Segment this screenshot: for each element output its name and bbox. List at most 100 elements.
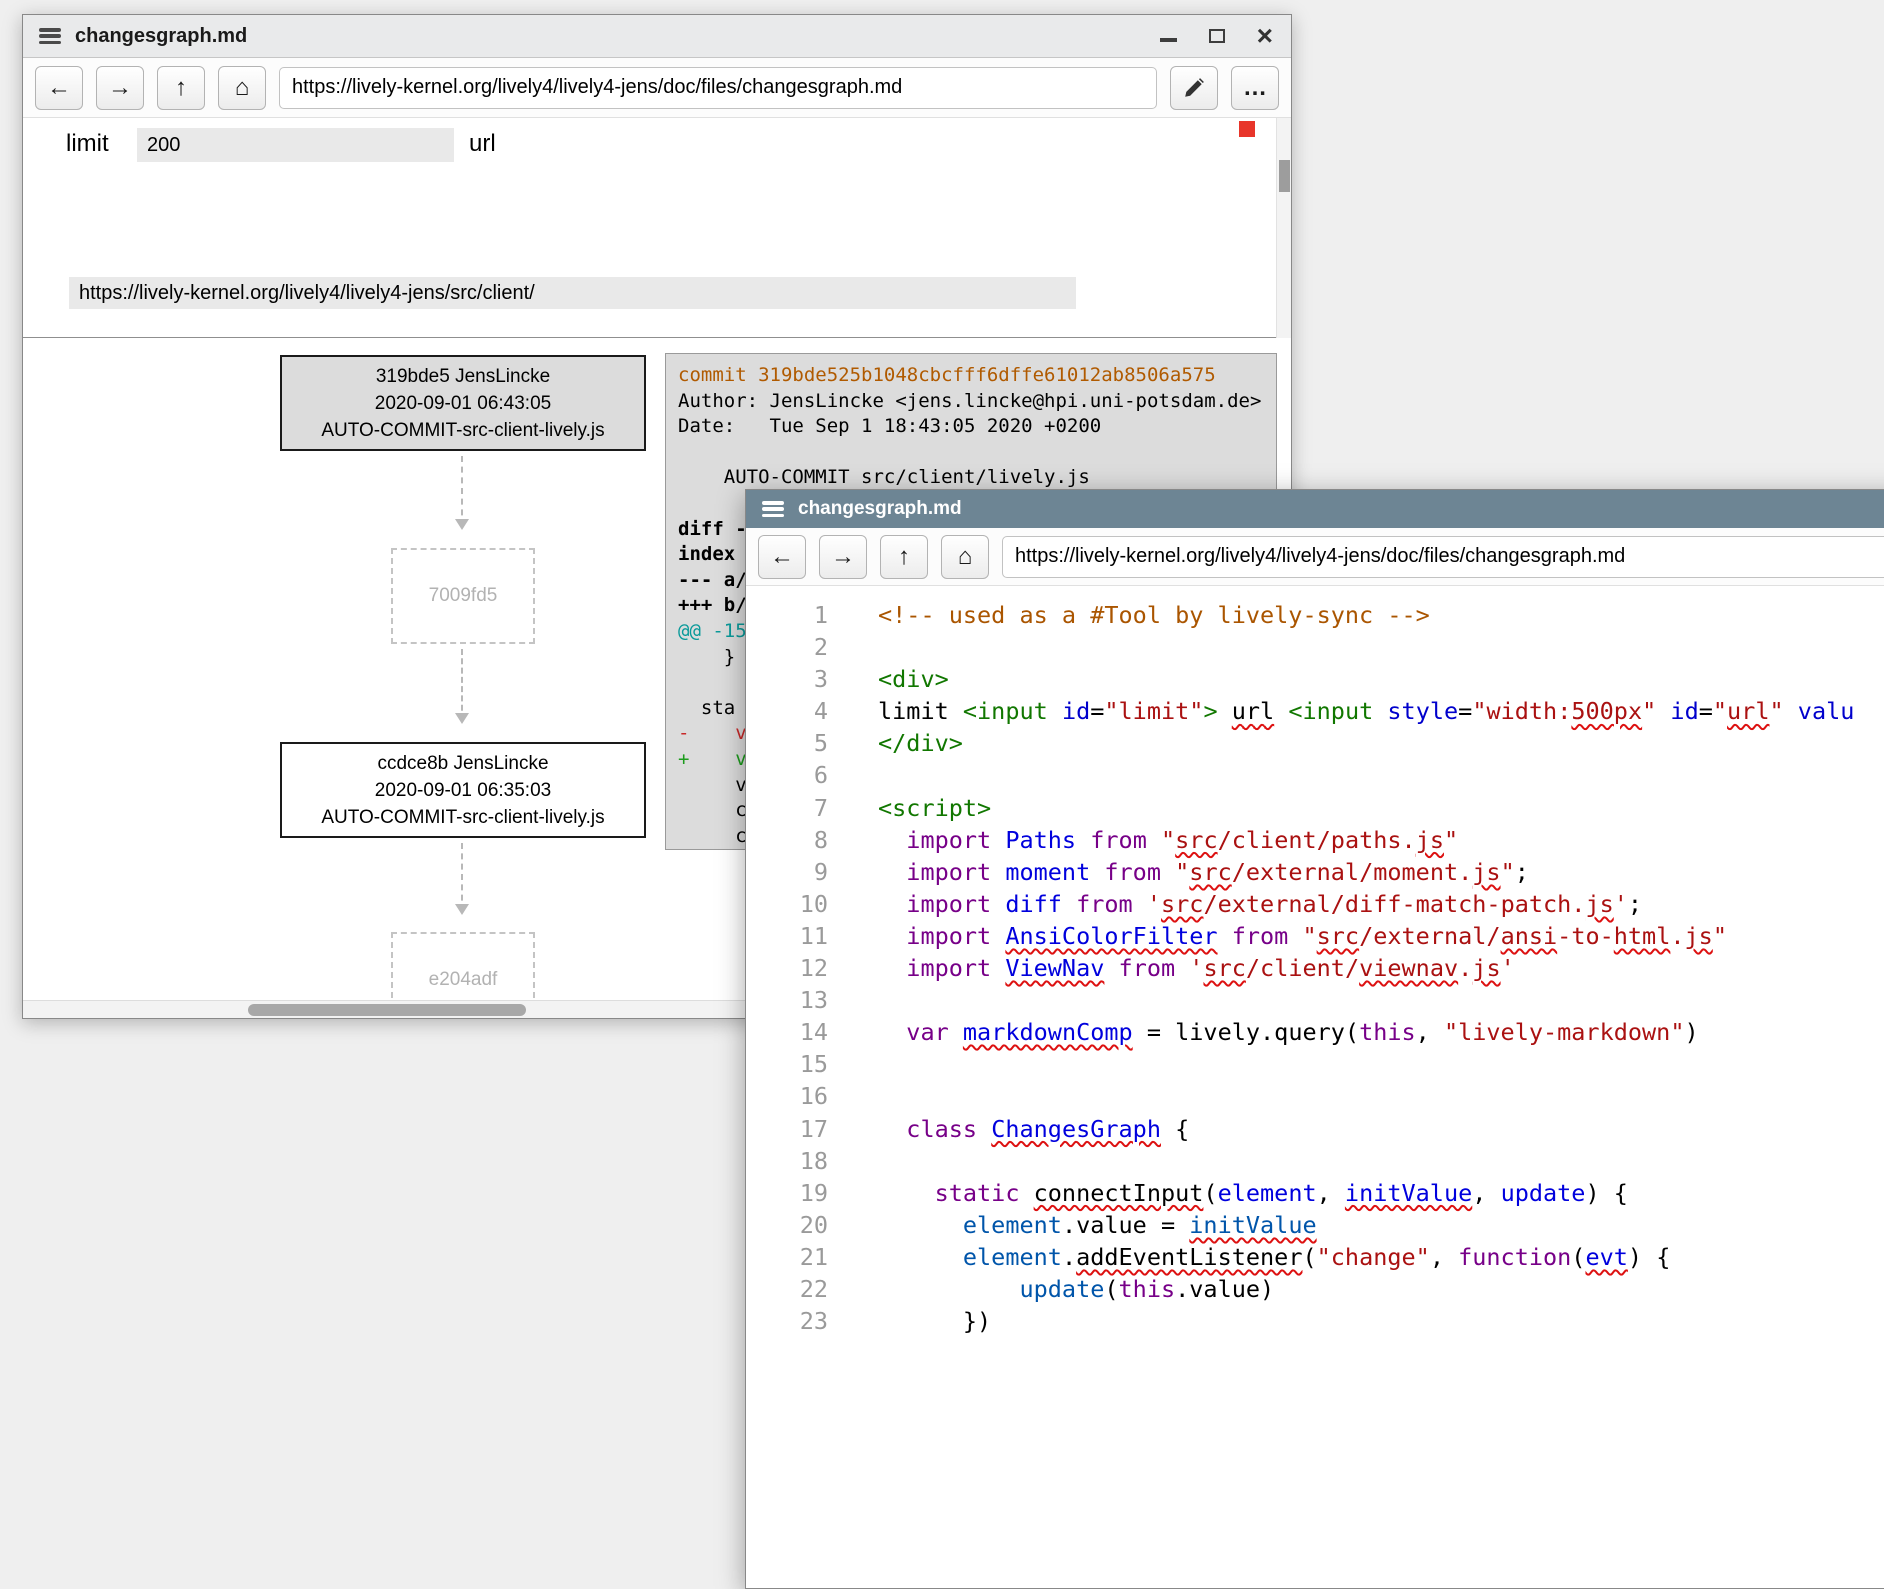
- up-button[interactable]: ↑: [157, 66, 205, 110]
- forward-button[interactable]: →: [96, 66, 144, 110]
- home-button[interactable]: ⌂: [218, 66, 266, 110]
- code-line[interactable]: 8 import Paths from "src/client/paths.js…: [746, 824, 1884, 856]
- url-label: url: [469, 130, 496, 158]
- navigation-toolbar: ← → ↑ ⌂ …: [23, 58, 1291, 118]
- address-input[interactable]: [279, 67, 1157, 109]
- code-line[interactable]: 5</div>: [746, 727, 1884, 759]
- more-button[interactable]: …: [1231, 66, 1279, 110]
- scrollbar-thumb[interactable]: [1279, 160, 1290, 192]
- code-line[interactable]: 2: [746, 631, 1884, 663]
- up-button[interactable]: ↑: [880, 535, 928, 579]
- close-icon[interactable]: ×: [1257, 26, 1273, 46]
- commit-node-line: 2020-09-01 06:43:05: [282, 390, 644, 417]
- code-line[interactable]: 1<!-- used as a #Tool by lively-sync -->: [746, 599, 1884, 631]
- maximize-icon[interactable]: [1209, 29, 1225, 43]
- code-line[interactable]: 12 import ViewNav from 'src/client/viewn…: [746, 952, 1884, 984]
- commit-node-ccdce8b[interactable]: ccdce8b JensLincke 2020-09-01 06:35:03 A…: [280, 742, 646, 838]
- home-button[interactable]: ⌂: [941, 535, 989, 579]
- line-number: 23: [746, 1305, 828, 1337]
- url-input[interactable]: [69, 277, 1076, 309]
- code-line[interactable]: 19 static connectInput(element, initValu…: [746, 1177, 1884, 1209]
- graph-arrow: [461, 456, 463, 526]
- line-number: 14: [746, 1016, 828, 1048]
- line-number: 8: [746, 824, 828, 856]
- graph-arrow: [461, 649, 463, 720]
- code-line[interactable]: 23 }): [746, 1305, 1884, 1337]
- code-text: import moment from "src/external/moment.…: [828, 856, 1529, 888]
- titlebar[interactable]: changesgraph.md: [746, 490, 1884, 528]
- code-line[interactable]: 10 import diff from 'src/external/diff-m…: [746, 888, 1884, 920]
- address-input[interactable]: [1002, 536, 1884, 578]
- commit-node-line: AUTO-COMMIT-src-client-lively.js: [282, 417, 644, 444]
- status-indicator: [1239, 121, 1255, 137]
- code-line[interactable]: 18: [746, 1145, 1884, 1177]
- commit-detail-line: commit 319bde525b1048cbcfff6dffe61012ab8…: [678, 363, 1276, 389]
- code-text: <div>: [828, 663, 949, 695]
- code-line[interactable]: 14 var markdownComp = lively.query(this,…: [746, 1016, 1884, 1048]
- code-text: [828, 984, 878, 1016]
- window-title: changesgraph.md: [75, 25, 1146, 48]
- code-line[interactable]: 22 update(this.value): [746, 1273, 1884, 1305]
- scrollbar-thumb[interactable]: [248, 1004, 526, 1016]
- limit-url-form: limit url: [23, 118, 1291, 338]
- code-line[interactable]: 20 element.value = initValue: [746, 1209, 1884, 1241]
- code-line[interactable]: 16: [746, 1080, 1884, 1112]
- line-number: 13: [746, 984, 828, 1016]
- code-text: }): [828, 1305, 991, 1337]
- forward-button[interactable]: →: [819, 535, 867, 579]
- graph-arrow: [461, 843, 463, 911]
- line-number: 10: [746, 888, 828, 920]
- code-line[interactable]: 6: [746, 759, 1884, 791]
- line-number: 17: [746, 1113, 828, 1145]
- line-number: 18: [746, 1145, 828, 1177]
- code-line[interactable]: 21 element.addEventListener("change", fu…: [746, 1241, 1884, 1273]
- line-number: 3: [746, 663, 828, 695]
- code-line[interactable]: 3<div>: [746, 663, 1884, 695]
- commit-node-7009fd5[interactable]: 7009fd5: [391, 548, 535, 644]
- code-text: <!-- used as a #Tool by lively-sync -->: [828, 599, 1430, 631]
- commit-node-line: ccdce8b JensLincke: [282, 750, 644, 777]
- commit-node-line: 2020-09-01 06:35:03: [282, 777, 644, 804]
- code-text: limit <input id="limit"> url <input styl…: [828, 695, 1854, 727]
- titlebar[interactable]: changesgraph.md ×: [23, 15, 1291, 58]
- code-line[interactable]: 4limit <input id="limit"> url <input sty…: [746, 695, 1884, 727]
- code-line[interactable]: 13: [746, 984, 1884, 1016]
- vertical-scrollbar[interactable]: [1276, 118, 1291, 338]
- commit-node-e204adf[interactable]: e204adf: [391, 932, 535, 1000]
- code-line[interactable]: 9 import moment from "src/external/momen…: [746, 856, 1884, 888]
- line-number: 6: [746, 759, 828, 791]
- commit-node-line: AUTO-COMMIT-src-client-lively.js: [282, 804, 644, 831]
- commit-detail-line: Author: JensLincke <jens.lincke@hpi.uni-…: [678, 389, 1276, 415]
- code-text: [828, 1048, 878, 1080]
- code-line[interactable]: 17 class ChangesGraph {: [746, 1113, 1884, 1145]
- limit-input[interactable]: [137, 128, 454, 162]
- code-line[interactable]: 7<script>: [746, 792, 1884, 824]
- line-number: 22: [746, 1273, 828, 1305]
- minimize-icon[interactable]: [1160, 38, 1177, 42]
- code-text: element.value = initValue: [828, 1209, 1317, 1241]
- limit-label: limit: [66, 130, 109, 158]
- menu-icon[interactable]: [762, 501, 784, 517]
- line-number: 19: [746, 1177, 828, 1209]
- back-button[interactable]: ←: [35, 66, 83, 110]
- code-editor[interactable]: 1<!-- used as a #Tool by lively-sync -->…: [746, 586, 1884, 1588]
- code-text: [828, 1145, 878, 1177]
- commit-detail-line: AUTO-COMMIT src/client/lively.js: [678, 465, 1276, 491]
- code-text: <script>: [828, 792, 991, 824]
- edit-button[interactable]: [1170, 66, 1218, 110]
- code-line[interactable]: 15: [746, 1048, 1884, 1080]
- code-text: static connectInput(element, initValue, …: [828, 1177, 1628, 1209]
- commit-detail-line: [678, 440, 1276, 466]
- back-button[interactable]: ←: [758, 535, 806, 579]
- code-text: import diff from 'src/external/diff-matc…: [828, 888, 1642, 920]
- window-changesgraph-front: changesgraph.md ← → ↑ ⌂ 1<!-- used as a …: [745, 489, 1884, 1589]
- code-text: [828, 759, 878, 791]
- menu-icon[interactable]: [39, 28, 61, 44]
- line-number: 21: [746, 1241, 828, 1273]
- commit-node-line: 319bde5 JensLincke: [282, 363, 644, 390]
- code-text: class ChangesGraph {: [828, 1113, 1189, 1145]
- code-text: element.addEventListener("change", funct…: [828, 1241, 1670, 1273]
- code-line[interactable]: 11 import AnsiColorFilter from "src/exte…: [746, 920, 1884, 952]
- line-number: 16: [746, 1080, 828, 1112]
- commit-node-319bde5[interactable]: 319bde5 JensLincke 2020-09-01 06:43:05 A…: [280, 355, 646, 451]
